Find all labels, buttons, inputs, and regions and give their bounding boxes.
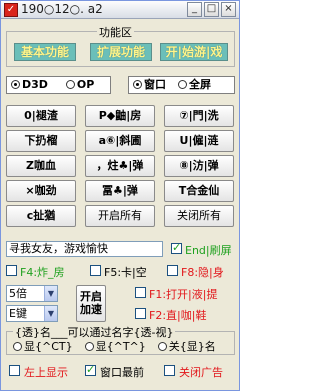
feature-button-10[interactable]: ×咖劲 [6, 180, 76, 202]
feature-button-11[interactable]: 冨♣|弹 [85, 180, 155, 202]
f2-label[interactable]: F2:直|咖|鞋 [149, 307, 206, 323]
f1-label[interactable]: F1:打开|液|提 [149, 286, 217, 302]
close-name-radio[interactable] [157, 342, 167, 351]
extended-function-button[interactable]: 扩展功能 [90, 43, 152, 61]
feature-button-7[interactable]: Z咖血 [6, 155, 76, 177]
close-name-label[interactable]: 关{显}名 [169, 340, 216, 353]
chevron-down-icon[interactable]: ▼ [44, 306, 57, 321]
feature-button-13[interactable]: c扯猶 [6, 205, 76, 227]
show-t-label[interactable]: 显{^T^} [96, 340, 146, 353]
toggle-speed-label-line1: 开启 [80, 290, 102, 303]
window-title: 190○12○. a2 [21, 2, 103, 16]
speed-multiplier-select[interactable]: 5倍 ▼ [6, 285, 58, 302]
chat-message-input[interactable]: 寻我女友，游戏愉快 [6, 241, 163, 257]
start-game-button[interactable]: 开|始游|戏 [160, 43, 228, 61]
show-t-radio[interactable] [84, 342, 94, 351]
show-ct-radio[interactable] [13, 342, 22, 351]
close-ads-checkbox[interactable] [164, 365, 175, 376]
feature-button-6[interactable]: U|僱|涟 [164, 130, 234, 152]
feature-button-3[interactable]: ⑦|門|洗 [164, 105, 234, 127]
feature-button-9[interactable]: ⑧|汸|弹 [164, 155, 234, 177]
f8-label[interactable]: F8:隐|身 [181, 264, 224, 280]
top-left-label[interactable]: 左上显示 [24, 364, 68, 380]
basic-function-button[interactable]: 基本功能 [14, 43, 76, 61]
display-mode-group: 窗口 全屏 [128, 76, 235, 94]
op-radio[interactable] [65, 80, 75, 89]
feature-button-8[interactable]: ，炷♣|弹 [85, 155, 155, 177]
maximize-button[interactable]: □ [204, 2, 219, 17]
f2-checkbox[interactable] [135, 308, 146, 319]
toggle-speed-label-line2: 加速 [80, 303, 102, 316]
toggle-speed-button[interactable]: 开启 加速 [76, 285, 106, 322]
window-top-checkbox[interactable] [85, 363, 96, 376]
title-bar[interactable]: ✓ 190○12○. a2 _ □ × [1, 1, 239, 19]
f5-checkbox[interactable] [90, 265, 101, 276]
minimize-button[interactable]: _ [187, 2, 202, 17]
window-top-label[interactable]: 窗口最前 [100, 364, 144, 380]
render-mode-group: D3D OP [6, 76, 111, 94]
d3d-label[interactable]: D3D [22, 78, 48, 91]
f4-checkbox[interactable] [6, 265, 17, 276]
close-button[interactable]: × [221, 2, 236, 17]
show-ct-label[interactable]: 显{^CT} [24, 340, 73, 353]
speed-multiplier-value: 5倍 [9, 287, 27, 300]
feature-button-2[interactable]: P◆鼬|房 [85, 105, 155, 127]
close-ads-label[interactable]: 关闭广告 [179, 364, 223, 380]
feature-button-1[interactable]: 0|褪渣 [6, 105, 76, 127]
end-spam-label[interactable]: End|刷屏 [185, 242, 232, 258]
close-all-button[interactable]: 关闭所有 [164, 205, 234, 227]
speed-key-select[interactable]: E键 ▼ [6, 305, 58, 322]
top-left-checkbox[interactable] [9, 365, 20, 376]
fullscreen-label[interactable]: 全屏 [189, 78, 211, 91]
d3d-radio[interactable] [11, 80, 20, 89]
fullscreen-radio[interactable] [178, 80, 187, 89]
feature-button-12[interactable]: T合金仙 [164, 180, 234, 202]
nickname-radios: 显{^CT} 显{^T^} 关{显}名 [9, 338, 216, 354]
function-area-legend: 功能区 [97, 24, 134, 40]
f1-checkbox[interactable] [135, 287, 146, 298]
window-mode-label[interactable]: 窗口 [144, 78, 166, 91]
main-window: ✓ 190○12○. a2 _ □ × 功能区 基本功能 扩展功能 开|始游|戏… [0, 0, 240, 391]
feature-button-4[interactable]: 下扔榴 [6, 130, 76, 152]
chevron-down-icon[interactable]: ▼ [44, 286, 57, 301]
window-mode-radio[interactable] [133, 80, 142, 89]
app-icon: ✓ [4, 3, 18, 17]
f4-label[interactable]: F4:炸_房 [20, 264, 65, 280]
f5-label[interactable]: F5:卡|空 [104, 264, 147, 280]
speed-key-value: E键 [9, 307, 27, 320]
feature-button-5[interactable]: a⑥|斜圃 [85, 130, 155, 152]
open-all-button[interactable]: 开启所有 [85, 205, 155, 227]
f8-checkbox[interactable] [167, 265, 178, 276]
op-label[interactable]: OP [77, 78, 94, 91]
end-spam-checkbox[interactable] [171, 241, 182, 254]
